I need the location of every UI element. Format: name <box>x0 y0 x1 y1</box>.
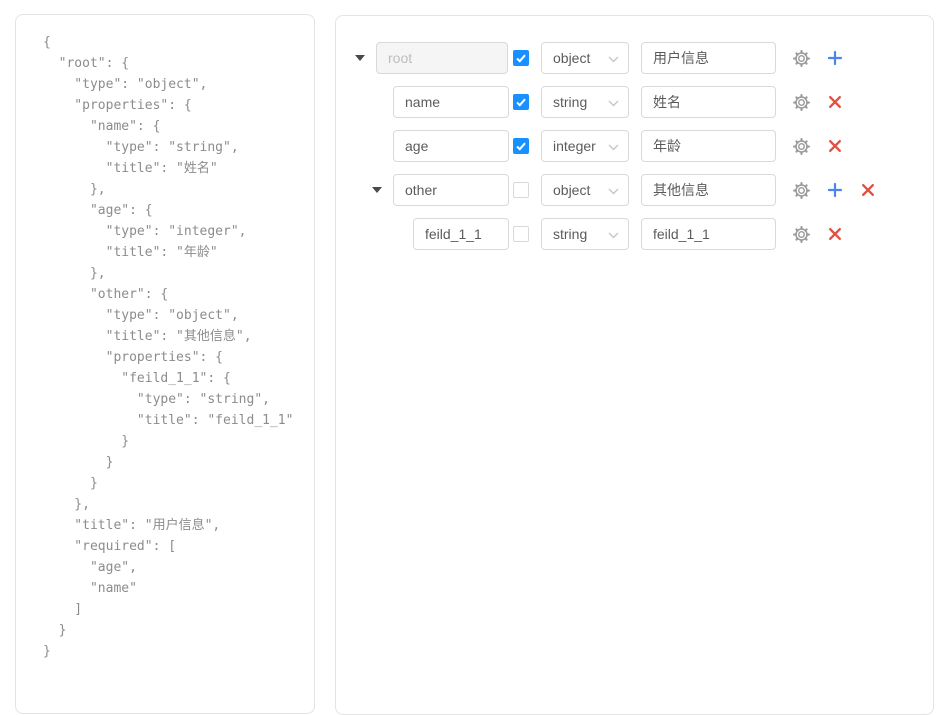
required-checkbox[interactable] <box>513 50 529 66</box>
schema-editor-panel: object <box>335 15 934 715</box>
settings-gear-icon[interactable] <box>793 50 810 67</box>
required-checkbox[interactable] <box>513 226 529 242</box>
type-select[interactable]: string <box>541 218 629 250</box>
field-name-input[interactable] <box>376 42 508 74</box>
type-select[interactable]: string <box>541 86 629 118</box>
field-title-input[interactable] <box>641 86 776 118</box>
settings-gear-icon[interactable] <box>793 226 810 243</box>
delete-row-x-icon[interactable] <box>859 182 876 199</box>
required-checkbox[interactable] <box>513 94 529 110</box>
settings-gear-icon[interactable] <box>793 182 810 199</box>
chevron-down-icon <box>608 144 619 151</box>
add-child-plus-icon[interactable] <box>826 182 843 199</box>
field-title-input[interactable] <box>641 218 776 250</box>
collapse-caret-icon[interactable] <box>372 187 382 193</box>
schema-row-feild-1-1: string <box>336 218 933 250</box>
field-name-input[interactable] <box>393 130 509 162</box>
required-checkbox[interactable] <box>513 138 529 154</box>
required-checkbox[interactable] <box>513 182 529 198</box>
chevron-down-icon <box>608 232 619 239</box>
type-select-value: integer <box>553 138 596 154</box>
chevron-down-icon <box>608 100 619 107</box>
delete-row-x-icon[interactable] <box>826 94 843 111</box>
json-preview-text: { "root": { "type": "object", "propertie… <box>16 15 314 670</box>
schema-row-age: integer <box>336 130 933 162</box>
field-title-input[interactable] <box>641 42 776 74</box>
schema-row-other: object <box>336 174 933 206</box>
chevron-down-icon <box>608 56 619 63</box>
settings-gear-icon[interactable] <box>793 138 810 155</box>
type-select[interactable]: object <box>541 42 629 74</box>
type-select-value: object <box>553 182 590 198</box>
field-name-input[interactable] <box>393 86 509 118</box>
check-icon <box>515 96 527 108</box>
check-icon <box>515 140 527 152</box>
schema-row-name: string <box>336 86 933 118</box>
schema-row-root: object <box>336 42 933 74</box>
field-name-input[interactable] <box>413 218 509 250</box>
type-select-value: string <box>553 94 587 110</box>
type-select-value: object <box>553 50 590 66</box>
add-child-plus-icon[interactable] <box>826 50 843 67</box>
type-select[interactable]: object <box>541 174 629 206</box>
chevron-down-icon <box>608 188 619 195</box>
delete-row-x-icon[interactable] <box>826 138 843 155</box>
field-title-input[interactable] <box>641 130 776 162</box>
field-title-input[interactable] <box>641 174 776 206</box>
delete-row-x-icon[interactable] <box>826 226 843 243</box>
json-preview-panel: { "root": { "type": "object", "propertie… <box>15 14 315 714</box>
type-select-value: string <box>553 226 587 242</box>
type-select[interactable]: integer <box>541 130 629 162</box>
check-icon <box>515 52 527 64</box>
collapse-caret-icon[interactable] <box>355 55 365 61</box>
settings-gear-icon[interactable] <box>793 94 810 111</box>
field-name-input[interactable] <box>393 174 509 206</box>
